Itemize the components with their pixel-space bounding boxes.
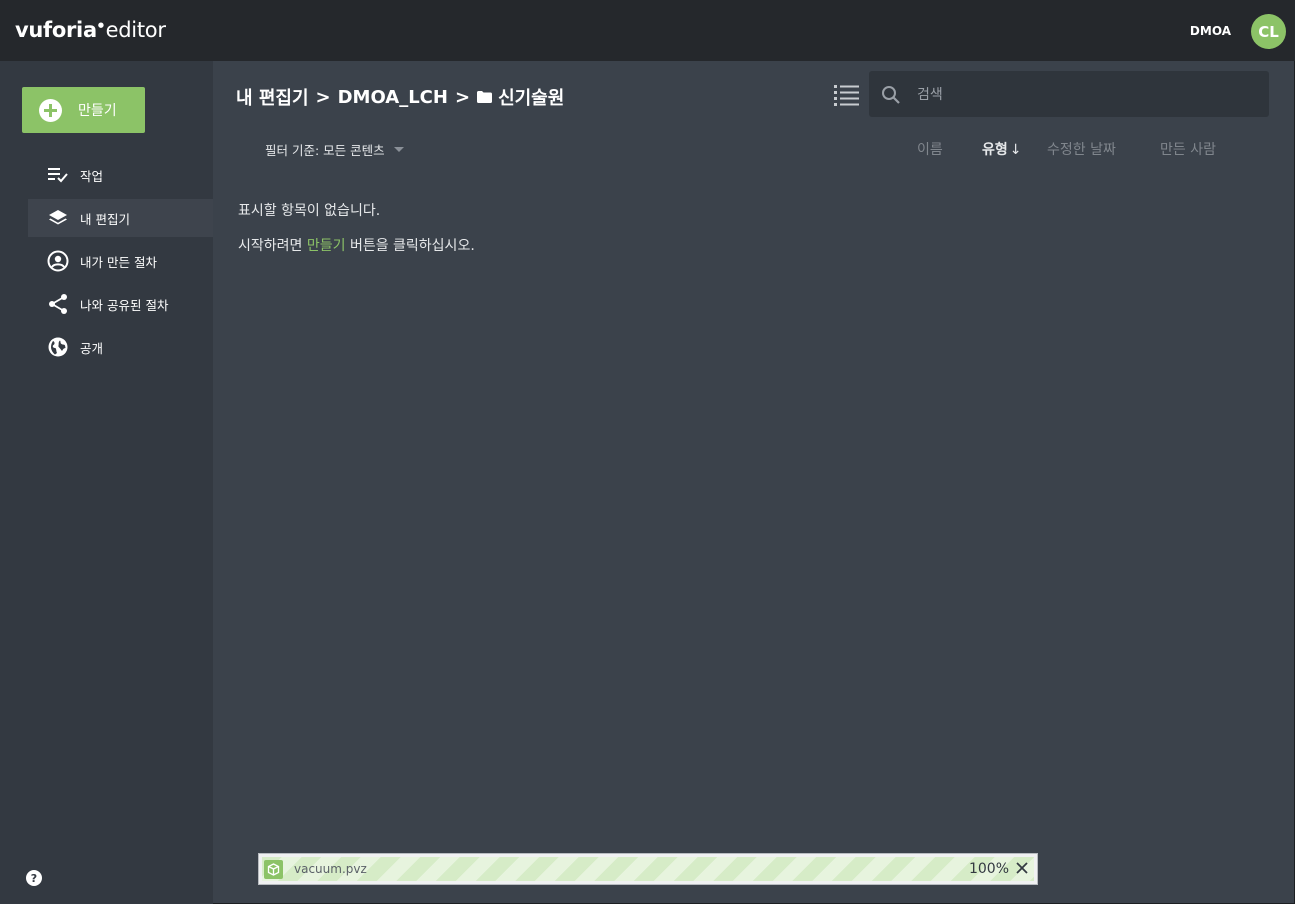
caret-down-icon — [393, 147, 404, 152]
column-header-name[interactable]: 이름 — [917, 139, 943, 159]
sidebar-item-label: 내가 만든 절차 — [80, 254, 157, 270]
sidebar-nav: 작업 내 편집기 내가 만든 절차 나와 공유된 절차 공개 — [28, 156, 213, 371]
sidebar-item-label: 나와 공유된 절차 — [80, 297, 169, 313]
globe-icon — [47, 336, 69, 358]
logo-brand: vuforia — [15, 18, 97, 42]
empty-message: 표시할 항목이 없습니다. — [238, 203, 381, 219]
sidebar: 만들기 작업 내 편집기 내가 만든 절차 나와 공유된 절차 공개 ? — [0, 61, 213, 904]
sidebar-item-label: 내 편집기 — [80, 211, 130, 227]
filter-label: 필터 기준: 모든 콘텐츠 — [265, 143, 385, 158]
sort-down-arrow-icon: ↓ — [1009, 142, 1022, 158]
user-circle-icon — [47, 250, 69, 272]
package-file-icon — [264, 860, 283, 879]
share-icon — [47, 293, 69, 315]
breadcrumb-current: 신기술원 — [498, 88, 565, 109]
column-header-type[interactable]: 유형 ↓ — [982, 139, 1022, 159]
user-avatar[interactable]: CL — [1251, 14, 1286, 49]
close-icon[interactable] — [1015, 860, 1029, 876]
breadcrumb: 내 편집기 > DMOA_LCH > 신기술원 — [236, 84, 564, 110]
empty-hint-after: 버튼을 클릭하십시오. — [345, 238, 475, 254]
upload-filename: vacuum.pvz — [294, 862, 367, 876]
sidebar-item-label: 작업 — [80, 168, 104, 184]
sidebar-item-public[interactable]: 공개 — [28, 328, 213, 366]
list-view-icon[interactable] — [834, 84, 859, 106]
upload-progress-bar: vacuum.pvz 100% — [258, 853, 1038, 885]
sidebar-item-my-editor[interactable]: 내 편집기 — [28, 199, 213, 237]
filter-dropdown[interactable]: 필터 기준: 모든 콘텐츠 — [265, 140, 404, 159]
sidebar-item-my-procedures[interactable]: 내가 만든 절차 — [28, 242, 213, 280]
folder-icon — [477, 87, 493, 108]
column-header-creator[interactable]: 만든 사람 — [1160, 139, 1216, 159]
registered-mark: ● — [97, 21, 104, 29]
breadcrumb-root[interactable]: 내 편집기 — [236, 84, 309, 110]
create-link[interactable]: 만들기 — [307, 238, 346, 254]
search-input[interactable] — [915, 83, 1259, 107]
column-header-type-label: 유형 — [982, 142, 1008, 158]
app-logo[interactable]: vuforia●editor — [15, 18, 166, 42]
sidebar-item-shared[interactable]: 나와 공유된 절차 — [28, 285, 213, 323]
breadcrumb-separator: > — [315, 86, 331, 108]
create-button-label: 만들기 — [78, 103, 117, 119]
empty-hint-before: 시작하려면 — [238, 238, 307, 254]
empty-hint: 시작하려면 만들기 버튼을 클릭하십시오. — [238, 235, 475, 255]
org-name[interactable]: DMOA — [1190, 24, 1231, 38]
sidebar-item-tasks[interactable]: 작업 — [28, 156, 213, 194]
search-box — [869, 71, 1269, 117]
breadcrumb-separator: > — [454, 86, 471, 108]
sidebar-item-label: 공개 — [80, 340, 104, 356]
top-bar: vuforia●editor DMOA CL — [0, 0, 1295, 61]
tasks-icon — [47, 164, 69, 186]
logo-product: editor — [105, 18, 166, 42]
upload-percent: 100% — [968, 861, 1009, 877]
breadcrumb-middle[interactable]: DMOA_LCH — [338, 87, 448, 108]
create-button[interactable]: 만들기 — [22, 87, 145, 133]
layers-icon — [47, 207, 69, 229]
plus-circle-icon — [39, 98, 62, 122]
progress-fill — [262, 857, 1034, 881]
help-icon[interactable]: ? — [26, 870, 42, 886]
search-icon — [881, 85, 901, 109]
column-header-modified[interactable]: 수정한 날짜 — [1047, 139, 1116, 159]
